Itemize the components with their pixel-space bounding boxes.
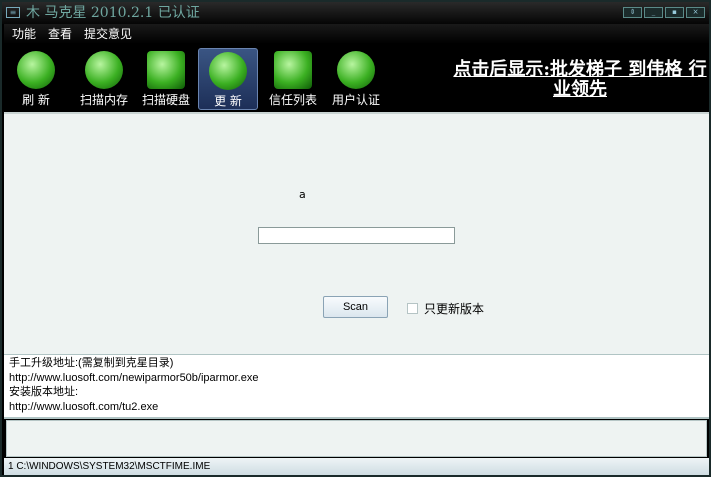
trust-list-icon bbox=[274, 51, 312, 89]
scan-memory-button[interactable]: 扫描内存 bbox=[74, 48, 134, 110]
tool-label: 扫描硬盘 bbox=[141, 93, 190, 107]
toolbar: 刷 新 扫描内存 扫描硬盘 更 新 信任列表 用户认证 点击后显示:批发梯子 到… bbox=[2, 44, 709, 112]
promo-link[interactable]: 点击后显示:批发梯子 到伟格 行业领先 bbox=[450, 60, 710, 100]
scan-button[interactable]: Scan bbox=[323, 296, 388, 318]
empty-panel bbox=[6, 420, 707, 457]
refresh-button[interactable]: 刷 新 bbox=[6, 48, 66, 110]
tool-label: 刷 新 bbox=[22, 93, 50, 107]
system-menu-icon[interactable]: ≡ bbox=[6, 7, 20, 18]
scan-disk-button[interactable]: 扫描硬盘 bbox=[136, 48, 196, 110]
disk-scan-icon bbox=[147, 51, 185, 89]
memory-scan-icon bbox=[85, 51, 123, 89]
title-bar: ≡ 木 马克星 2010.2.1 已认证 ⇕ _ ▪ × bbox=[2, 2, 709, 24]
update-icon bbox=[209, 52, 247, 90]
radar-icon bbox=[17, 51, 55, 89]
log-line: http://www.luosoft.com/newiparmor50b/ipa… bbox=[9, 371, 259, 384]
status-bar: 1 C:\WINDOWS\SYSTEM32\MSCTFIME.IME bbox=[4, 458, 709, 475]
info-label: a bbox=[299, 188, 306, 201]
tool-label: 更 新 bbox=[214, 94, 242, 108]
log-line: 安装版本地址: bbox=[9, 386, 79, 398]
menu-view[interactable]: 查看 bbox=[48, 24, 72, 44]
menu-bar: 功能 查看 提交意见 bbox=[4, 24, 709, 44]
user-auth-button[interactable]: 用户认证 bbox=[326, 48, 386, 110]
update-button[interactable]: 更 新 bbox=[198, 48, 258, 110]
app-window: ≡ 木 马克星 2010.2.1 已认证 ⇕ _ ▪ × 功能 查看 提交意见 … bbox=[0, 0, 711, 477]
tool-label: 用户认证 bbox=[331, 93, 380, 107]
url-input[interactable] bbox=[258, 227, 455, 244]
tool-label: 信任列表 bbox=[268, 93, 317, 107]
maximize-button[interactable]: ▪ bbox=[665, 7, 684, 18]
update-version-only-checkbox[interactable] bbox=[407, 303, 418, 314]
minimize-button[interactable]: _ bbox=[644, 7, 663, 18]
log-line: 手工升级地址:(需复制到克星目录) bbox=[9, 357, 174, 369]
trust-list-button[interactable]: 信任列表 bbox=[263, 48, 323, 110]
update-panel: a Scan 只更新版本 bbox=[4, 112, 709, 354]
menu-function[interactable]: 功能 bbox=[12, 24, 36, 44]
tool-label: 扫描内存 bbox=[79, 93, 128, 107]
log-line: http://www.luosoft.com/tu2.exe bbox=[9, 400, 159, 413]
checkbox-label: 只更新版本 bbox=[424, 302, 485, 316]
close-button[interactable]: × bbox=[686, 7, 705, 18]
log-area[interactable]: 手工升级地址:(需复制到克星目录) http://www.luosoft.com… bbox=[4, 354, 709, 419]
window-title: 木 马克星 2010.2.1 已认证 bbox=[26, 5, 200, 21]
user-auth-icon bbox=[337, 51, 375, 89]
restore-toggle-button[interactable]: ⇕ bbox=[623, 7, 642, 18]
menu-feedback[interactable]: 提交意见 bbox=[84, 24, 132, 44]
